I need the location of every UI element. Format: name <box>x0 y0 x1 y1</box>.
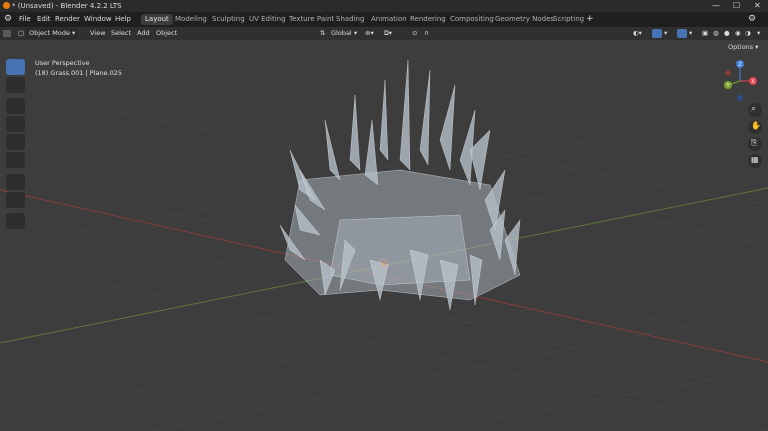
z-axis-label: Z <box>738 62 742 68</box>
add-menu[interactable]: Add <box>137 27 150 40</box>
falloff-icon[interactable]: ∩ <box>424 27 429 40</box>
mode-label: Object Mode <box>29 29 70 37</box>
material-shading-icon[interactable]: ◉ <box>735 27 741 40</box>
selection-info: (18) Grass.001 | Plane.025 <box>35 69 122 77</box>
viewport-grid <box>0 59 768 431</box>
move-icon[interactable] <box>6 98 25 114</box>
visibility-icon[interactable]: ◐▾ <box>633 27 642 40</box>
menu-window[interactable]: Window <box>84 12 112 27</box>
tab-rendering[interactable]: Rendering <box>406 14 450 25</box>
gizmo-toggle-icon[interactable] <box>652 29 662 38</box>
overlay-toggle-icon[interactable] <box>677 29 687 38</box>
mode-dropdown[interactable]: Object Mode ▾ <box>26 28 79 39</box>
orientation-icon: ⇅ <box>320 29 326 37</box>
viewport-info: User Perspective (18) Grass.001 | Plane.… <box>35 58 122 78</box>
rendered-shading-icon[interactable]: ◑ <box>745 27 751 40</box>
snap-icon[interactable]: ⧉▾ <box>384 27 392 40</box>
add-cube-icon[interactable] <box>6 213 25 229</box>
pan-hand-icon[interactable]: ✋ <box>748 120 762 134</box>
measure-icon[interactable] <box>6 192 25 208</box>
rotate-icon[interactable] <box>6 116 25 132</box>
editor-type-icon[interactable] <box>3 30 11 37</box>
tab-layout[interactable]: Layout <box>141 14 173 25</box>
neg-x-axis-icon[interactable] <box>725 70 731 76</box>
select-menu[interactable]: Select <box>111 27 131 40</box>
window-title: * (Unsaved) - Blender 4.2.2 LTS <box>12 2 122 10</box>
menu-help[interactable]: Help <box>115 12 131 27</box>
cursor-icon[interactable] <box>6 77 25 93</box>
pivot-icon[interactable]: ⊚▾ <box>365 27 374 40</box>
menu-file[interactable]: File <box>19 12 31 27</box>
blender-logo-icon <box>3 2 10 9</box>
viewport-header: ▢ Object Mode ▾ View Select Add Object ⇅… <box>0 27 768 40</box>
annotate-icon[interactable] <box>6 174 25 190</box>
shading-dropdown-icon[interactable]: ▾ <box>757 27 760 40</box>
title-bar: * (Unsaved) - Blender 4.2.2 LTS — ☐ ✕ <box>0 0 768 12</box>
tab-shading[interactable]: Shading <box>332 14 368 25</box>
minimize-icon[interactable]: — <box>712 0 720 12</box>
transform-icon[interactable] <box>6 152 25 168</box>
tab-animation[interactable]: Animation <box>367 14 411 25</box>
proportional-edit-icon[interactable]: ⊙ <box>412 27 417 40</box>
transform-orientation-dropdown[interactable]: Global ▾ <box>331 27 357 40</box>
tab-geometry-nodes[interactable]: Geometry Nodes <box>491 14 558 25</box>
tab-scripting[interactable]: Scripting <box>549 14 588 25</box>
orientation-label: Global <box>331 29 352 37</box>
perspective-label: User Perspective <box>35 59 90 67</box>
navigation-gizmo[interactable]: Z X Y <box>720 56 760 110</box>
xray-icon[interactable]: ▣ <box>702 27 708 40</box>
x-axis-label: X <box>751 79 755 85</box>
blender-menu-icon[interactable]: ⚙ <box>4 12 12 27</box>
menu-render[interactable]: Render <box>55 12 80 27</box>
wireframe-shading-icon[interactable]: ◍ <box>713 27 719 40</box>
grass-mesh[interactable] <box>279 59 521 311</box>
tab-sculpting[interactable]: Sculpting <box>208 14 249 25</box>
select-box-icon[interactable] <box>6 59 25 75</box>
orthographic-toggle-icon[interactable]: ▦ <box>748 154 762 168</box>
object-menu[interactable]: Object <box>156 27 177 40</box>
neg-z-axis-icon[interactable] <box>736 94 744 102</box>
view-menu[interactable]: View <box>90 27 105 40</box>
options-dropdown[interactable]: Options ▾ <box>728 43 758 52</box>
tab-texture-paint[interactable]: Texture Paint <box>285 14 338 25</box>
top-bar: ⚙ File Edit Render Window Help Layout Mo… <box>0 12 768 27</box>
3d-viewport[interactable] <box>0 40 768 431</box>
tab-modeling[interactable]: Modeling <box>171 14 211 25</box>
gizmo-dropdown-icon[interactable]: ▾ <box>664 27 667 40</box>
options-label: Options <box>728 43 754 51</box>
solid-shading-icon[interactable]: ● <box>724 27 730 40</box>
object-mode-icon: ▢ <box>18 29 25 37</box>
add-workspace-icon[interactable]: + <box>586 12 594 27</box>
tab-uv-editing[interactable]: UV Editing <box>245 14 290 25</box>
close-icon[interactable]: ✕ <box>754 0 761 12</box>
camera-view-icon[interactable]: ⎘ <box>748 137 762 151</box>
zoom-icon[interactable]: ⌕ <box>748 103 762 117</box>
scale-icon[interactable] <box>6 134 25 150</box>
menu-edit[interactable]: Edit <box>37 12 51 27</box>
scene-icon[interactable]: ⚙ <box>748 12 756 27</box>
overlay-dropdown-icon[interactable]: ▾ <box>689 27 692 40</box>
maximize-icon[interactable]: ☐ <box>733 0 740 12</box>
